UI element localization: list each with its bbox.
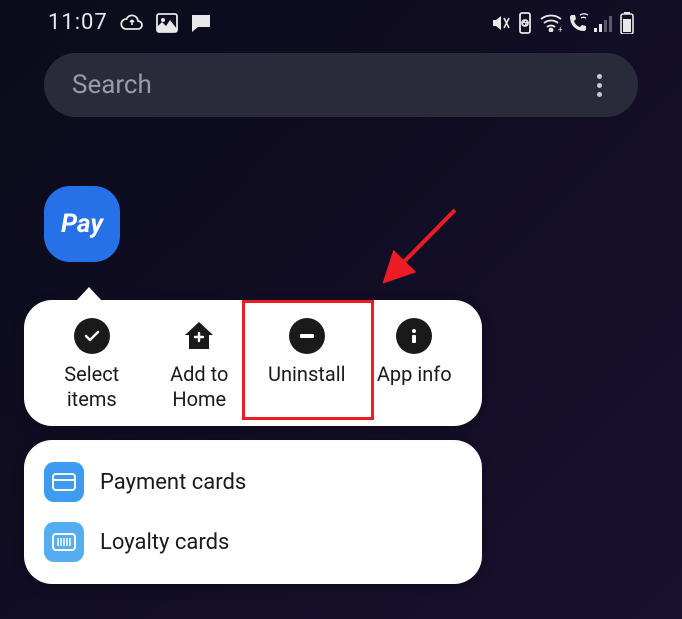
data-saver-icon: [516, 12, 534, 34]
app-icon-label: Pay: [61, 209, 103, 239]
action-label: Add to Home: [147, 362, 251, 412]
image-icon: [156, 13, 178, 33]
battery-icon: [620, 12, 634, 34]
app-icon-pay[interactable]: Pay: [44, 186, 120, 262]
info-icon: [396, 318, 432, 354]
status-right: +: [490, 12, 634, 34]
shortcut-payment-cards[interactable]: Payment cards: [40, 452, 466, 512]
action-label: Select items: [40, 362, 144, 412]
clock: 11:07: [48, 10, 108, 35]
arrow-annotation: [370, 200, 470, 300]
card-icon: [44, 462, 84, 502]
action-uninstall[interactable]: Uninstall: [255, 318, 359, 412]
action-add-to-home[interactable]: Add to Home: [147, 318, 251, 412]
mute-icon: [490, 13, 510, 33]
shortcut-label: Payment cards: [100, 470, 246, 495]
minus-icon: [289, 318, 325, 354]
status-left: 11:07: [48, 10, 212, 35]
cloud-icon: [120, 13, 144, 33]
context-menu: Select items Add to Home Uninstall App i…: [24, 300, 482, 584]
wifi-calling-icon: [568, 13, 588, 33]
shortcut-loyalty-cards[interactable]: Loyalty cards: [40, 512, 466, 572]
more-icon[interactable]: [589, 66, 610, 105]
action-app-info[interactable]: App info: [362, 318, 466, 412]
message-icon: [190, 13, 212, 33]
action-select-items[interactable]: Select items: [40, 318, 144, 412]
search-bar[interactable]: Search: [44, 53, 638, 117]
shortcut-label: Loyalty cards: [100, 530, 229, 555]
status-bar: 11:07 +: [0, 0, 682, 35]
action-label: App info: [377, 362, 452, 387]
home-plus-icon: [181, 318, 217, 354]
search-placeholder: Search: [72, 70, 152, 100]
signal-icon: [594, 14, 614, 32]
check-icon: [74, 318, 110, 354]
svg-text:+: +: [558, 25, 562, 32]
shortcut-list: Payment cards Loyalty cards: [24, 440, 482, 584]
barcode-icon: [44, 522, 84, 562]
action-row: Select items Add to Home Uninstall App i…: [24, 300, 482, 426]
action-label: Uninstall: [268, 362, 345, 387]
wifi-icon: +: [540, 14, 562, 32]
